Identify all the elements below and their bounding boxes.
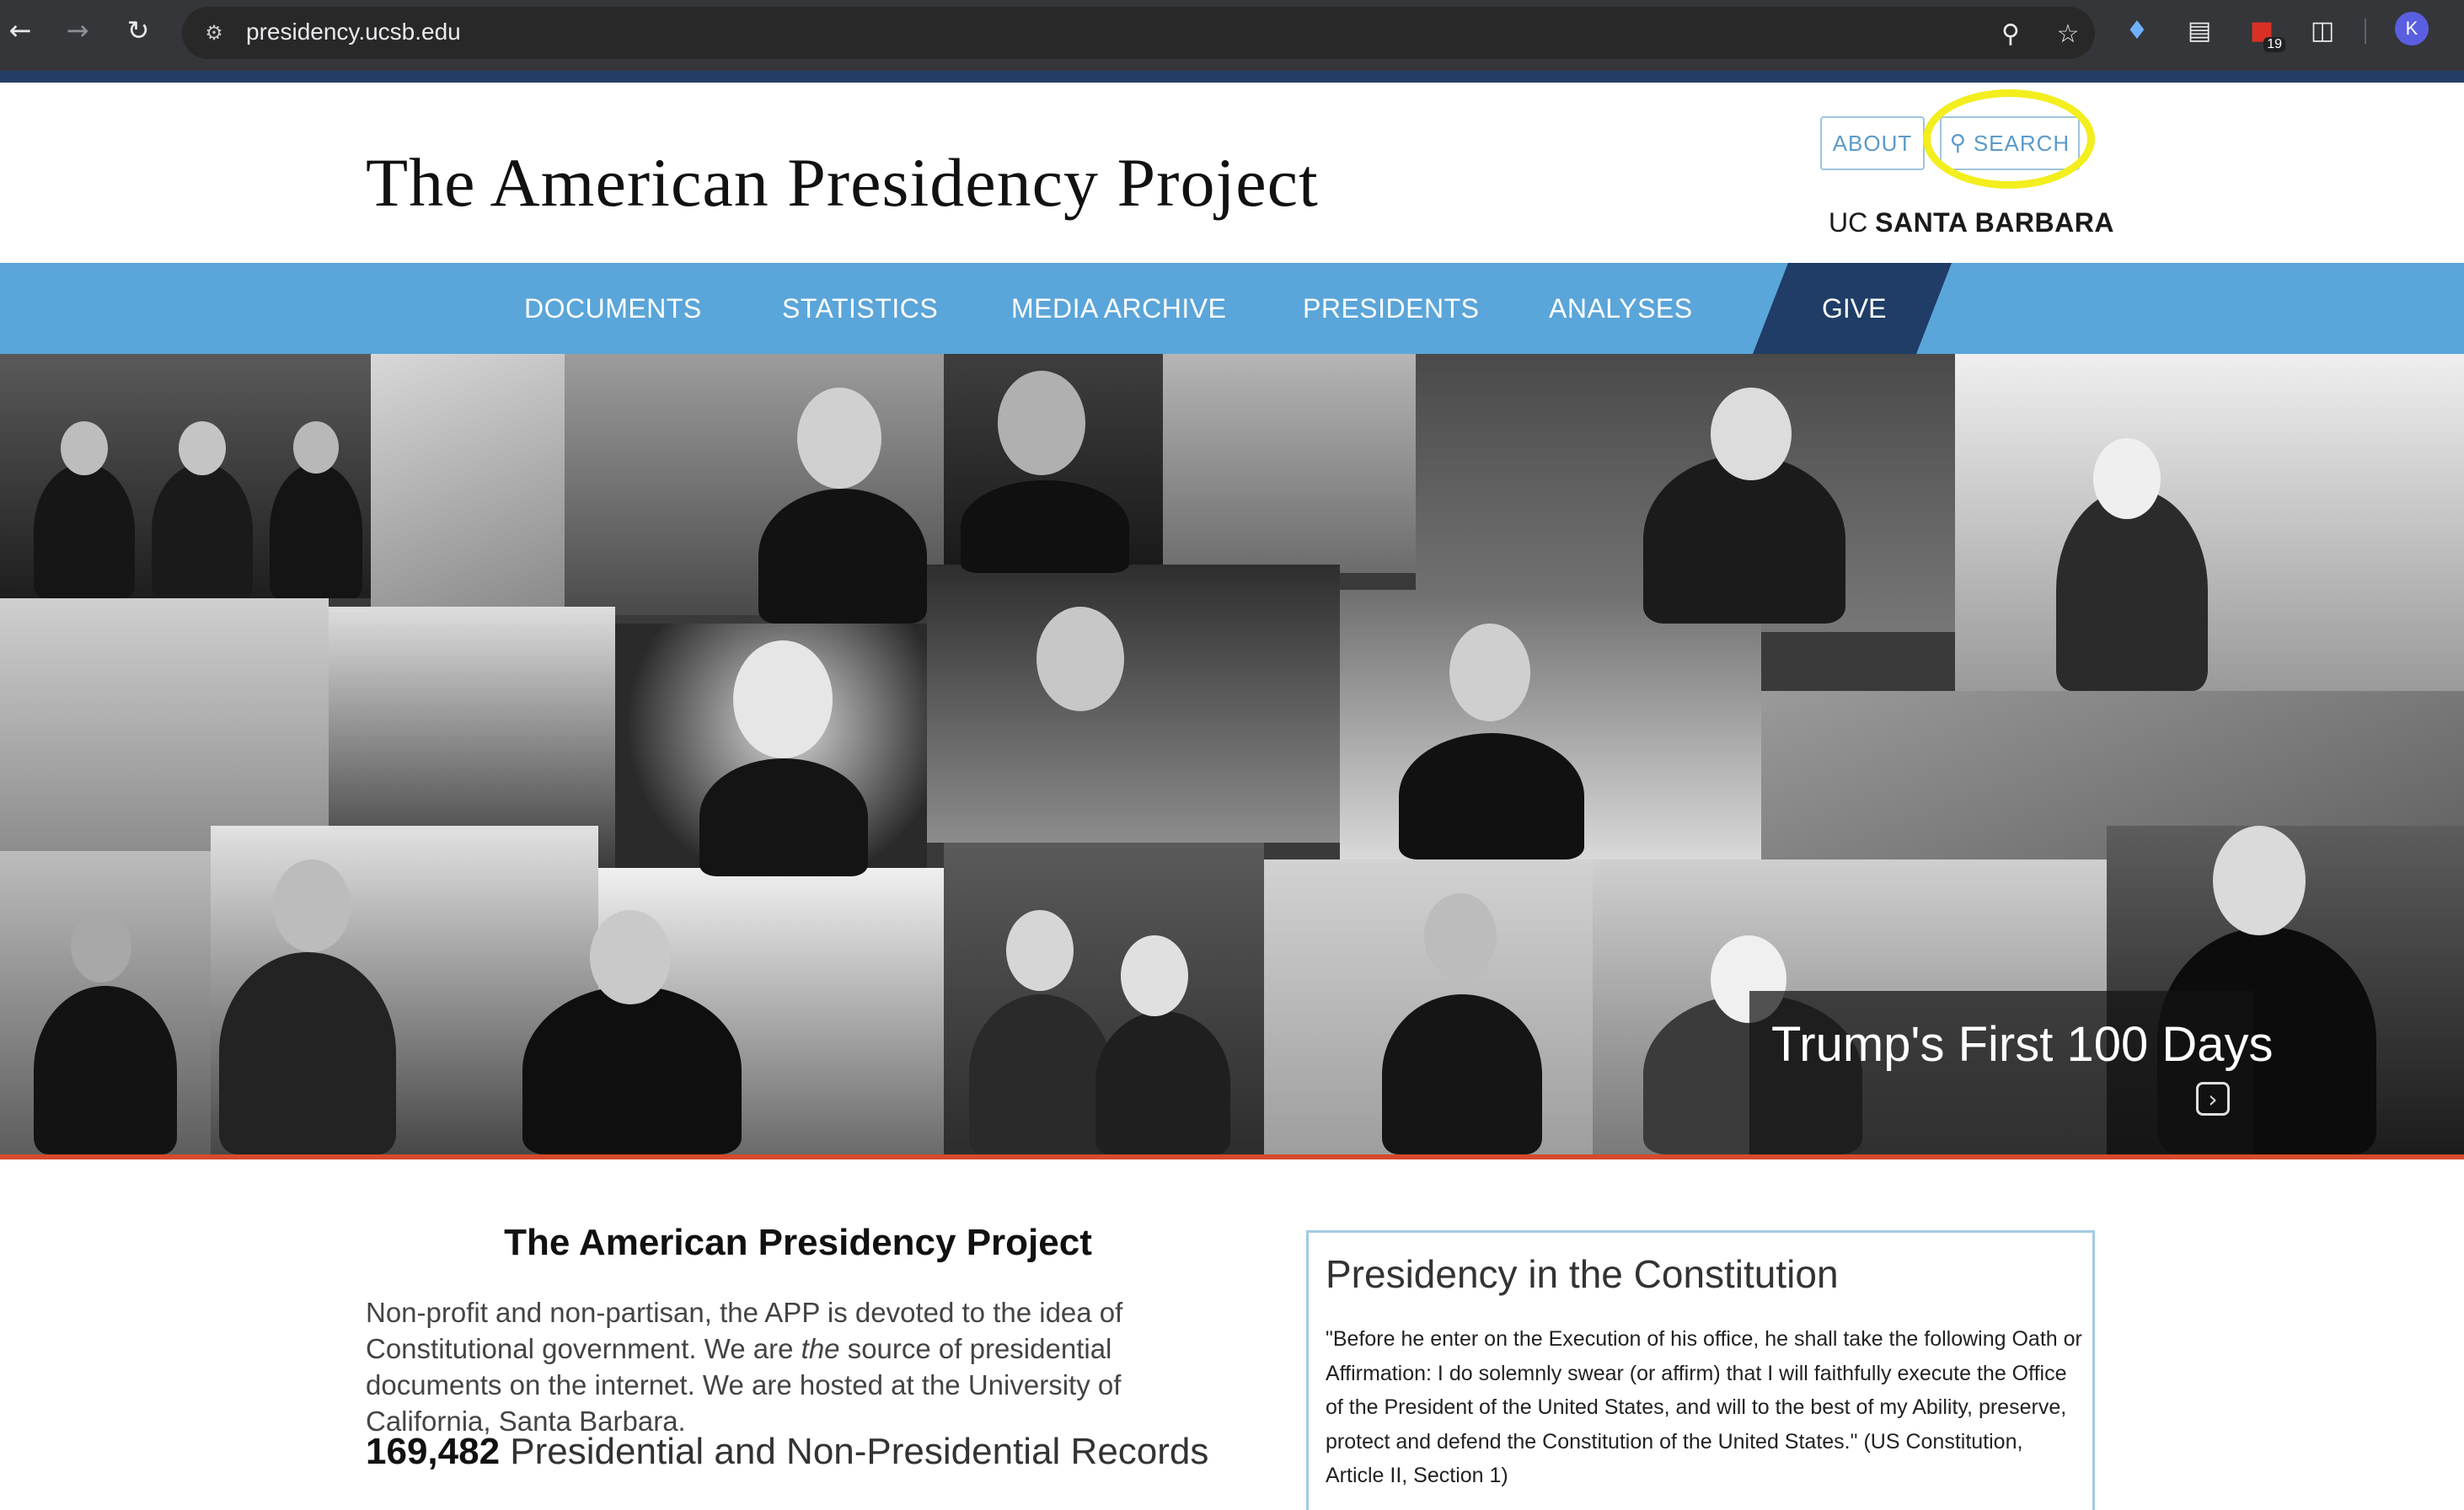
records-count: 169,482 Presidential and Non-Presidentia… — [366, 1431, 1208, 1473]
chevron-right-icon[interactable]: › — [2196, 1082, 2230, 1116]
collage-figure — [1006, 910, 1074, 991]
nav-documents[interactable]: DOCUMENTS — [524, 293, 702, 324]
collage-figure — [219, 952, 396, 1154]
collage-figure — [1399, 733, 1584, 859]
about-description: Non-profit and non-partisan, the APP is … — [366, 1294, 1208, 1439]
collage-photo — [371, 354, 565, 607]
records-number: 169,482 — [366, 1431, 501, 1472]
hero-accent-line — [0, 1154, 2464, 1159]
puzzle-extensions-icon[interactable]: ◫ — [2306, 13, 2339, 47]
profile-avatar[interactable]: K — [2395, 12, 2429, 46]
back-icon[interactable]: ← — [3, 13, 37, 47]
gem-extension-icon[interactable]: ♦ — [2120, 13, 2154, 47]
collage-photo — [0, 598, 329, 851]
collage-figure — [699, 758, 868, 876]
collage-figure — [2213, 826, 2306, 935]
toolbar-separator — [2365, 19, 2366, 44]
collage-figure — [270, 463, 362, 598]
browser-toolbar: ← → ↻ ⚙ presidency.ucsb.edu ⚲ ☆ ♦ ▤ ■ 19 … — [0, 0, 2464, 71]
site-info-icon[interactable]: ⚙ — [201, 20, 228, 46]
nav-presidents[interactable]: PRESIDENTS — [1303, 293, 1479, 324]
search-button[interactable]: ⚲ SEARCH — [1940, 116, 2080, 170]
nav-statistics[interactable]: STATISTICS — [782, 293, 938, 324]
collage-figure — [1449, 624, 1530, 721]
about-label: ABOUT — [1832, 130, 1913, 156]
collage-figure — [522, 986, 742, 1154]
collage-figure — [152, 463, 253, 598]
collage-figure — [1711, 388, 1792, 480]
nav-analyses[interactable]: ANALYSES — [1549, 293, 1693, 324]
collage-figure — [34, 463, 135, 598]
collage-figure — [1424, 893, 1497, 979]
collage-photo — [1955, 354, 2464, 691]
collage-figure — [1036, 607, 1124, 711]
about-button[interactable]: ABOUT — [1820, 116, 1925, 170]
collage-figure — [2056, 489, 2208, 691]
collage-figure — [733, 640, 833, 758]
featured-caption[interactable]: Trump's First 100 Days — [1771, 1016, 2274, 1073]
featured-caption-box[interactable]: Trump's First 100 Days › — [1749, 991, 2274, 1154]
bookmark-star-icon[interactable]: ☆ — [2053, 19, 2083, 49]
collage-figure — [293, 421, 339, 474]
ucsb-prefix: UC — [1829, 207, 1868, 238]
red-extension-icon[interactable]: ■ 19 — [2245, 13, 2285, 52]
constitution-quote: "Before he enter on the Execution of his… — [1326, 1327, 2082, 1487]
collage-photo — [927, 565, 1340, 843]
search-icon: ⚲ — [1949, 131, 1967, 156]
collage-figure — [797, 388, 881, 489]
collage-figure — [998, 371, 1085, 475]
records-label: Presidential and Non-Presidential Record… — [500, 1431, 1209, 1472]
main-navigation: DOCUMENTS STATISTICS MEDIA ARCHIVE PRESI… — [0, 263, 2464, 354]
collage-photo — [1163, 354, 1416, 573]
collage-figure — [969, 994, 1112, 1154]
collage-figure — [590, 910, 671, 1004]
zoom-icon[interactable]: ⚲ — [1995, 19, 2026, 49]
collage-figure — [1121, 935, 1188, 1016]
collage-figure — [273, 859, 351, 952]
about-text-emphasis: the — [801, 1333, 840, 1364]
collage-figure — [1382, 994, 1542, 1154]
constitution-panel: Presidency in the Constitution "Before h… — [1306, 1230, 2095, 1510]
collage-figure — [2093, 438, 2161, 519]
collage-figure — [961, 480, 1129, 573]
collage-figure — [758, 489, 927, 624]
site-top-stripe — [0, 71, 2464, 83]
ucsb-logo[interactable]: UC SANTA BARBARA — [1829, 207, 2114, 238]
ucsb-name: SANTA BARBARA — [1875, 207, 2114, 238]
document-extension-icon[interactable]: ▤ — [2183, 13, 2216, 47]
extension-badge: 19 — [2263, 37, 2285, 52]
nav-media-archive[interactable]: MEDIA ARCHIVE — [1011, 293, 1226, 324]
forward-icon[interactable]: → — [61, 13, 94, 47]
site-header: The American Presidency Project ABOUT ⚲ … — [0, 83, 2464, 263]
constitution-title: Presidency in the Constitution — [1326, 1252, 1839, 1296]
collage-figure — [34, 986, 177, 1154]
collage-figure — [1643, 455, 1845, 624]
collage-figure — [1095, 1011, 1230, 1154]
collage-figure — [61, 421, 108, 475]
hero-photo-collage[interactable]: Trump's First 100 Days › — [0, 354, 2464, 1154]
site-title[interactable]: The American Presidency Project — [366, 143, 1319, 222]
address-bar[interactable]: ⚙ presidency.ucsb.edu ⚲ ☆ — [182, 7, 2095, 59]
search-label: SEARCH — [1973, 130, 2070, 156]
collage-figure — [71, 910, 131, 983]
url-text[interactable]: presidency.ucsb.edu — [246, 19, 461, 46]
about-heading: The American Presidency Project — [504, 1222, 1092, 1263]
collage-figure — [179, 421, 226, 475]
nav-give[interactable]: GIVE — [1822, 293, 1886, 324]
reload-icon[interactable]: ↻ — [121, 13, 155, 47]
